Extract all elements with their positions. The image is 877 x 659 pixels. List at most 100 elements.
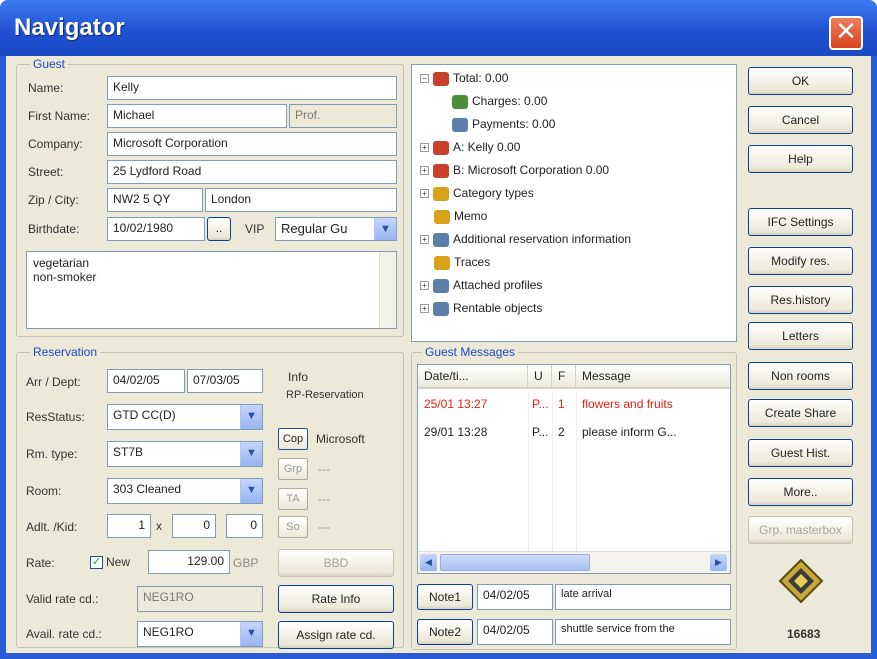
note2-text-field[interactable]: shuttle service from the [555, 619, 731, 645]
guest-note-line: non-smoker [33, 270, 97, 284]
notes-scrollbar[interactable] [379, 252, 396, 328]
message-cell-message[interactable]: flowers and fruits [582, 397, 728, 411]
chevron-down-icon[interactable]: ▼ [374, 218, 396, 240]
tree-item[interactable]: + Additional reservation information [420, 232, 631, 247]
tree-item[interactable]: Payments: 0.00 [452, 117, 555, 132]
tree-item[interactable]: + Attached profiles [420, 278, 542, 293]
message-cell-user[interactable]: P... [532, 425, 552, 439]
tree-item[interactable]: − Total: 0.00 [420, 71, 508, 86]
letters-button[interactable]: Letters [748, 322, 853, 350]
departure-date-field[interactable]: 07/03/05 [187, 369, 263, 393]
ifc-settings-button[interactable]: IFC Settings [748, 208, 853, 236]
tree-node-icon [433, 232, 449, 247]
name-field[interactable]: Kelly [107, 76, 397, 100]
group-profile-name: --- [318, 462, 330, 476]
source-profile-button[interactable]: So [278, 516, 308, 538]
company-profile-button[interactable]: Cop [278, 428, 308, 450]
tree-item[interactable]: Memo [434, 209, 487, 224]
messages-horizontal-scrollbar[interactable]: ◀ ▶ [418, 551, 730, 573]
expand-icon[interactable]: + [420, 304, 429, 314]
room-value: 303 Cleaned [113, 482, 182, 496]
scrollbar-thumb[interactable] [440, 554, 590, 571]
messages-table[interactable]: Date/ti... U F Message 25/01 13:27 P... 1 f… [417, 364, 731, 574]
guest-notes-textarea[interactable]: vegetarian non-smoker [26, 251, 397, 329]
tree-item[interactable]: Charges: 0.00 [452, 94, 547, 109]
expand-icon[interactable]: + [420, 281, 429, 291]
message-cell-date[interactable]: 29/01 13:28 [424, 425, 524, 439]
assign-rate-code-button[interactable]: Assign rate cd. [278, 621, 394, 649]
column-header-flag[interactable]: F [552, 365, 576, 389]
street-field[interactable]: 25 Lydford Road [107, 160, 397, 184]
expand-icon[interactable]: + [420, 143, 429, 153]
room-type-select[interactable]: ST7B ▼ [107, 441, 263, 467]
expand-icon[interactable]: + [420, 189, 429, 199]
company-label: Company: [28, 137, 83, 151]
expand-icon[interactable]: + [420, 166, 429, 176]
title-field[interactable]: Prof. [289, 104, 397, 128]
ok-button[interactable]: OK [748, 67, 853, 95]
collapse-icon[interactable]: − [420, 74, 429, 84]
message-cell-flag[interactable]: 2 [558, 425, 574, 439]
help-button[interactable]: Help [748, 145, 853, 173]
chevron-down-icon[interactable]: ▼ [240, 479, 262, 503]
note1-date-field[interactable]: 04/02/05 [477, 584, 553, 610]
close-button[interactable]: ✕ [829, 16, 863, 50]
scroll-left-icon[interactable]: ◀ [420, 554, 437, 571]
tree-item[interactable]: + A: Kelly 0.00 [420, 140, 520, 155]
column-header-date[interactable]: Date/ti... [418, 365, 528, 389]
company-field[interactable]: Microsoft Corporation [107, 132, 397, 156]
title-bar[interactable]: Navigator ✕ [0, 0, 877, 56]
birthdate-picker-button[interactable]: .. [207, 217, 231, 241]
rate-amount-field[interactable]: 129.00 [148, 550, 230, 574]
chevron-down-icon[interactable]: ▼ [240, 405, 262, 429]
note2-button[interactable]: Note2 [417, 619, 473, 645]
create-share-button[interactable]: Create Share [748, 399, 853, 427]
chevron-down-icon[interactable]: ▼ [240, 622, 262, 646]
tree-item[interactable]: + B: Microsoft Corporation 0.00 [420, 163, 609, 178]
guest-history-button[interactable]: Guest Hist. [748, 439, 853, 467]
travel-agent-button[interactable]: TA [278, 488, 308, 510]
first-name-field[interactable]: Michael [107, 104, 287, 128]
reservation-tree[interactable]: − Total: 0.00 Charges: 0.00 Payments: 0.00 +… [411, 64, 737, 342]
tree-item[interactable]: + Category types [420, 186, 534, 201]
tree-item[interactable]: + Rentable objects [420, 301, 542, 316]
message-cell-date[interactable]: 25/01 13:27 [424, 397, 524, 411]
res-history-button[interactable]: Res.history [748, 286, 853, 314]
note1-button[interactable]: Note1 [417, 584, 473, 610]
bbd-button[interactable]: BBD [278, 549, 394, 577]
tree-item[interactable]: Traces [434, 255, 490, 270]
non-rooms-button[interactable]: Non rooms [748, 362, 853, 390]
tree-node-icon [434, 255, 450, 270]
note2-date-field[interactable]: 04/02/05 [477, 619, 553, 645]
message-cell-user[interactable]: P... [532, 397, 552, 411]
avail-rate-select[interactable]: NEG1RO ▼ [137, 621, 263, 647]
kids-field[interactable]: 0 [172, 514, 216, 538]
column-header-message[interactable]: Message [576, 365, 730, 389]
scroll-right-icon[interactable]: ▶ [710, 554, 727, 571]
message-cell-message[interactable]: please inform G... [582, 425, 728, 439]
tree-item-label: Attached profiles [453, 278, 543, 292]
zip-field[interactable]: NW2 5 QY [107, 188, 203, 212]
column-header-user[interactable]: U [528, 365, 552, 389]
expand-icon[interactable]: + [420, 235, 429, 245]
guest-legend: Guest [30, 57, 69, 71]
note1-text-field[interactable]: late arrival [555, 584, 731, 610]
kids2-field[interactable]: 0 [226, 514, 263, 538]
modify-res-button[interactable]: Modify res. [748, 247, 853, 275]
new-rate-checkbox[interactable]: ✓ New [90, 555, 130, 570]
room-select[interactable]: 303 Cleaned ▼ [107, 478, 263, 504]
adults-field[interactable]: 1 [107, 514, 151, 538]
vip-select[interactable]: Regular Gu ▼ [275, 217, 397, 241]
avail-rate-label: Avail. rate cd.: [26, 627, 102, 641]
group-profile-button[interactable]: Grp [278, 458, 308, 480]
arrival-date-field[interactable]: 04/02/05 [107, 369, 185, 393]
chevron-down-icon[interactable]: ▼ [240, 442, 262, 466]
birthdate-field[interactable]: 10/02/1980 [107, 217, 205, 241]
rate-info-button[interactable]: Rate Info [278, 585, 394, 613]
group-masterbox-button[interactable]: Grp. masterbox [748, 516, 853, 544]
cancel-button[interactable]: Cancel [748, 106, 853, 134]
message-cell-flag[interactable]: 1 [558, 397, 574, 411]
more-button[interactable]: More.. [748, 478, 853, 506]
resstatus-select[interactable]: GTD CC(D) ▼ [107, 404, 263, 430]
city-field[interactable]: London [205, 188, 397, 212]
